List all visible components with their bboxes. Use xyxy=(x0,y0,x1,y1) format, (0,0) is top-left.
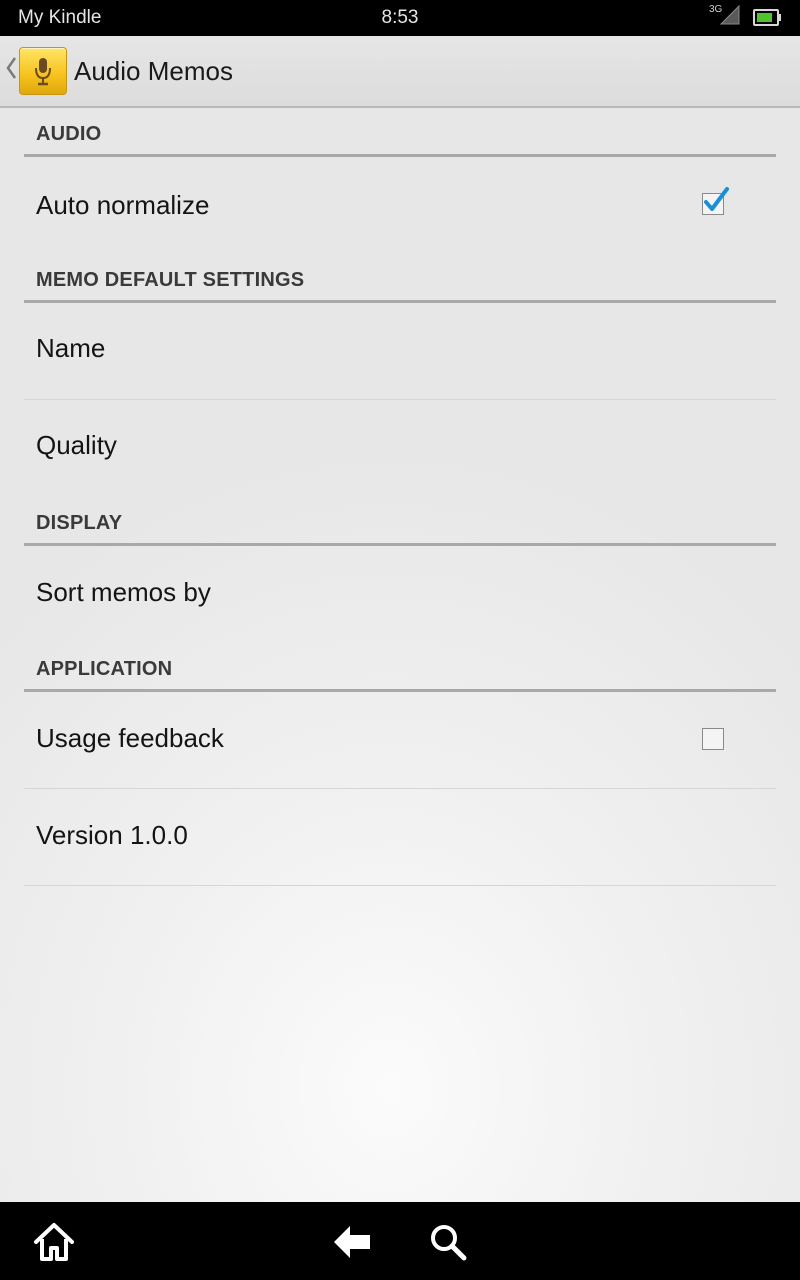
pref-label: Sort memos by xyxy=(36,577,211,607)
pref-auto-normalize[interactable]: Auto normalize xyxy=(24,157,776,253)
pref-label: Auto normalize xyxy=(36,190,210,220)
signal-3g-icon: 3G xyxy=(709,4,740,25)
pref-version[interactable]: Version 1.0.0 xyxy=(24,789,776,886)
status-bar: My Kindle 8:53 3G xyxy=(0,0,800,36)
search-icon[interactable] xyxy=(426,1220,470,1264)
app-title: Audio Memos xyxy=(74,56,233,86)
battery-icon xyxy=(753,9,781,26)
app-icon[interactable] xyxy=(19,47,67,95)
section-header-audio: AUDIO xyxy=(24,108,776,157)
back-chevron-icon[interactable] xyxy=(4,54,18,82)
pref-usage-feedback[interactable]: Usage feedback xyxy=(24,692,776,789)
section-header-label: AUDIO xyxy=(36,123,102,145)
pref-label: Usage feedback xyxy=(36,723,224,753)
pref-quality[interactable]: Quality xyxy=(24,400,776,496)
status-time: 8:53 xyxy=(381,7,419,28)
pref-label: Version 1.0.0 xyxy=(36,820,188,850)
pref-name[interactable]: Name xyxy=(24,303,776,400)
checkmark-icon xyxy=(704,187,729,211)
nav-bar xyxy=(0,1202,800,1280)
pref-sort-memos-by[interactable]: Sort memos by xyxy=(24,546,776,642)
pref-label: Name xyxy=(36,333,106,363)
section-header-display: DISPLAY xyxy=(24,497,776,546)
section-header-label: DISPLAY xyxy=(36,512,123,534)
home-icon[interactable] xyxy=(32,1220,76,1264)
network-label: 3G xyxy=(709,4,723,15)
back-arrow-icon[interactable] xyxy=(330,1220,374,1264)
section-header-label: MEMO DEFAULT SETTINGS xyxy=(36,269,305,291)
section-header-application: APPLICATION xyxy=(24,643,776,692)
section-header-memo-default-settings: MEMO DEFAULT SETTINGS xyxy=(24,254,776,303)
action-bar: Audio Memos xyxy=(0,36,800,108)
usage-feedback-checkbox[interactable] xyxy=(702,728,724,750)
auto-normalize-checkbox[interactable] xyxy=(702,187,729,215)
pref-label: Quality xyxy=(36,430,117,460)
section-header-label: APPLICATION xyxy=(36,658,173,680)
settings-list: AUDIO Auto normalize MEMO DEFAULT SETTIN… xyxy=(0,108,800,1202)
microphone-icon xyxy=(35,58,51,86)
